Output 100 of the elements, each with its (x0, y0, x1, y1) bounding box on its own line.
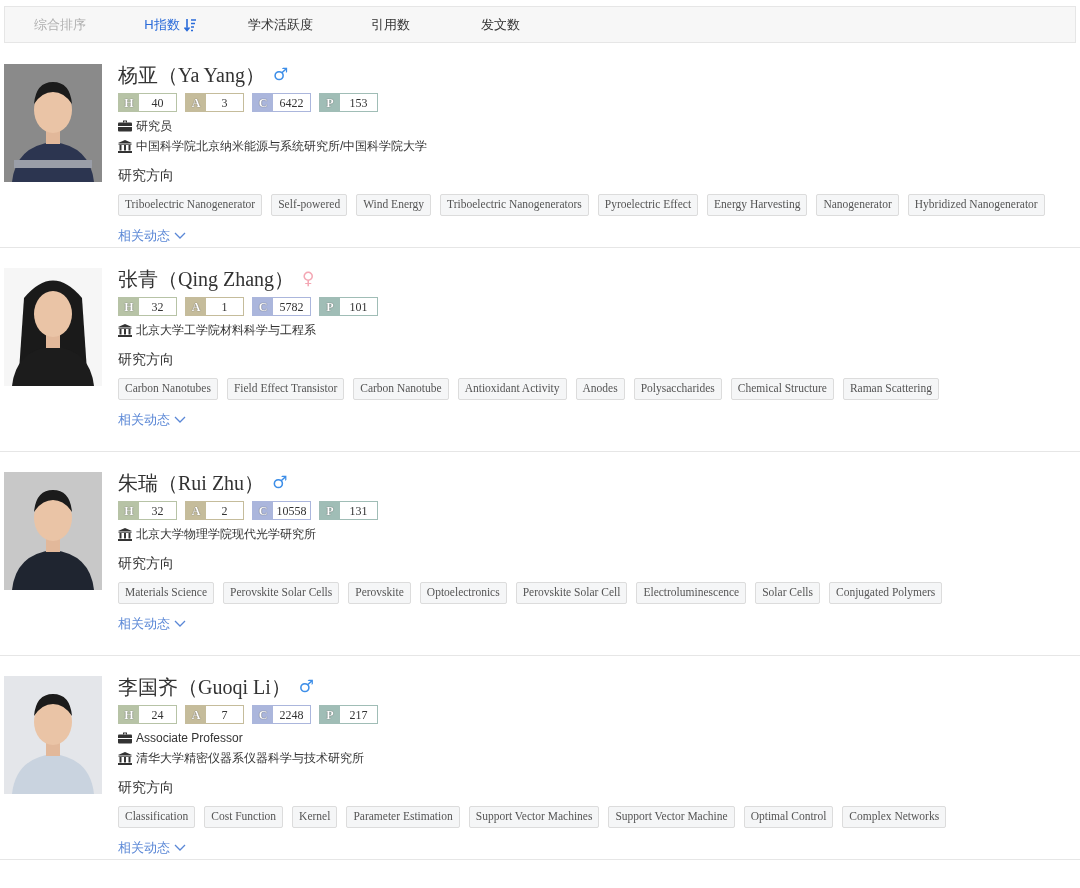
metric-letter: C (253, 502, 273, 519)
research-tag[interactable]: Cost Function (204, 806, 284, 828)
scholar-name[interactable]: 李国齐（Guoqi Li） (118, 672, 291, 702)
research-tag[interactable]: Conjugated Polymers (829, 582, 943, 604)
metric-letter: P (320, 706, 340, 723)
metric-value: 5782 (278, 298, 305, 315)
metric-letter: P (320, 94, 340, 111)
metric-value: 6422 (278, 94, 305, 111)
chevron-down-icon (174, 619, 186, 628)
research-tag[interactable]: Antioxidant Activity (457, 378, 567, 400)
affiliation-text: 北京大学工学院材料科学与工程系 (136, 322, 316, 339)
position-text: 研究员 (136, 118, 172, 135)
research-tag[interactable]: Self-powered (271, 194, 348, 216)
metric-value: 2248 (278, 706, 305, 723)
research-tag[interactable]: Perovskite Solar Cell (515, 582, 628, 604)
research-tag[interactable]: Nanogenerator (816, 194, 899, 216)
institution-icon (118, 323, 132, 337)
metric-value: 153 (348, 94, 369, 111)
related-activity-link[interactable]: 相关动态 (118, 614, 186, 634)
metric-value: 2 (220, 502, 229, 519)
metric-value: 7 (220, 706, 229, 723)
sort-tab[interactable]: 引用数 (335, 7, 445, 42)
metric-letter: P (320, 502, 340, 519)
sort-tab[interactable]: H指数 (115, 7, 225, 42)
research-tag[interactable]: Triboelectric Nanogenerator (118, 194, 263, 216)
metric-letter: C (253, 94, 273, 111)
chevron-down-icon (174, 231, 186, 240)
gender-symbol: ♂ (272, 471, 288, 495)
metric-letter: A (186, 94, 206, 111)
metric-value: 40 (150, 94, 165, 111)
affiliation-text: 清华大学精密仪器系仪器科学与技术研究所 (136, 750, 364, 767)
research-tag[interactable]: Perovskite Solar Cells (223, 582, 340, 604)
chevron-down-icon (174, 843, 186, 852)
institution-icon (118, 527, 132, 541)
metric-letter: A (186, 298, 206, 315)
metric-value: 1 (220, 298, 229, 315)
briefcase-icon (118, 732, 132, 744)
metric-value: 32 (150, 298, 165, 315)
research-tag[interactable]: Polysaccharides (633, 378, 722, 400)
metric-value: 217 (348, 706, 369, 723)
metric-value: 101 (348, 298, 369, 315)
research-tag[interactable]: Optimal Control (743, 806, 834, 828)
metric-letter: C (253, 298, 273, 315)
scholar-name[interactable]: 张青（Qing Zhang） (118, 264, 295, 294)
institution-icon (118, 751, 132, 765)
section-label: 研究方向 (118, 350, 175, 369)
metric-letter: C (253, 706, 273, 723)
scholar-name[interactable]: 杨亚（Ya Yang） (118, 60, 265, 90)
metric-value: 131 (348, 502, 369, 519)
sort-tab[interactable]: 发文数 (445, 7, 555, 42)
research-tag[interactable]: Perovskite (348, 582, 411, 604)
research-tag[interactable]: Carbon Nanotube (353, 378, 449, 400)
research-tag[interactable]: Kernel (292, 806, 338, 828)
position-text: Associate Professor (136, 730, 243, 747)
metric-letter: A (186, 502, 206, 519)
research-tag[interactable]: Triboelectric Nanogenerators (440, 194, 589, 216)
research-tag[interactable]: Electroluminescence (636, 582, 747, 604)
research-tag[interactable]: Parameter Estimation (346, 806, 460, 828)
research-tag[interactable]: Field Effect Transistor (226, 378, 345, 400)
section-label: 研究方向 (118, 778, 175, 797)
metric-letter: H (119, 706, 139, 723)
metric-value: 3 (220, 94, 229, 111)
research-tag[interactable]: Raman Scattering (842, 378, 939, 400)
gender-symbol: ♀ (302, 267, 315, 291)
related-activity-link[interactable]: 相关动态 (118, 838, 186, 858)
research-tag[interactable]: Pyroelectric Effect (597, 194, 699, 216)
metric-letter: H (119, 502, 139, 519)
gender-symbol: ♂ (272, 63, 289, 87)
related-activity-link[interactable]: 相关动态 (118, 410, 186, 430)
metric-value: 24 (150, 706, 165, 723)
research-tag[interactable]: Hybridized Nanogenerator (907, 194, 1045, 216)
scholar-name[interactable]: 朱瑞（Rui Zhu） (118, 468, 265, 498)
sort-descending-icon (183, 17, 196, 32)
metric-letter: A (186, 706, 206, 723)
institution-icon (118, 139, 132, 153)
briefcase-icon (118, 120, 132, 132)
research-tag[interactable]: Energy Harvesting (707, 194, 808, 216)
metric-letter: H (119, 94, 139, 111)
affiliation-text: 北京大学物理学院现代光学研究所 (136, 526, 316, 543)
related-activity-link[interactable]: 相关动态 (118, 226, 186, 246)
research-tag[interactable]: Complex Networks (842, 806, 947, 828)
section-label: 研究方向 (118, 554, 175, 573)
research-tag[interactable]: Support Vector Machine (608, 806, 735, 828)
research-tag[interactable]: Anodes (575, 378, 625, 400)
research-tag[interactable]: Classification (118, 806, 196, 828)
metric-value: 10558 (275, 502, 308, 519)
gender-symbol: ♂ (298, 675, 315, 699)
research-tag[interactable]: Chemical Structure (730, 378, 834, 400)
research-tag[interactable]: Carbon Nanotubes (118, 378, 218, 400)
chevron-down-icon (174, 415, 186, 424)
research-tag[interactable]: Support Vector Machines (468, 806, 600, 828)
metric-letter: H (119, 298, 139, 315)
metric-value: 32 (150, 502, 165, 519)
research-tag[interactable]: Materials Science (118, 582, 215, 604)
research-tag[interactable]: Wind Energy (356, 194, 432, 216)
affiliation-text: 中国科学院北京纳米能源与系统研究所/中国科学院大学 (136, 138, 428, 155)
research-tag[interactable]: Optoelectronics (419, 582, 507, 604)
metric-letter: P (320, 298, 340, 315)
research-tag[interactable]: Solar Cells (755, 582, 820, 604)
sort-tab[interactable]: 学术活跃度 (225, 7, 335, 42)
